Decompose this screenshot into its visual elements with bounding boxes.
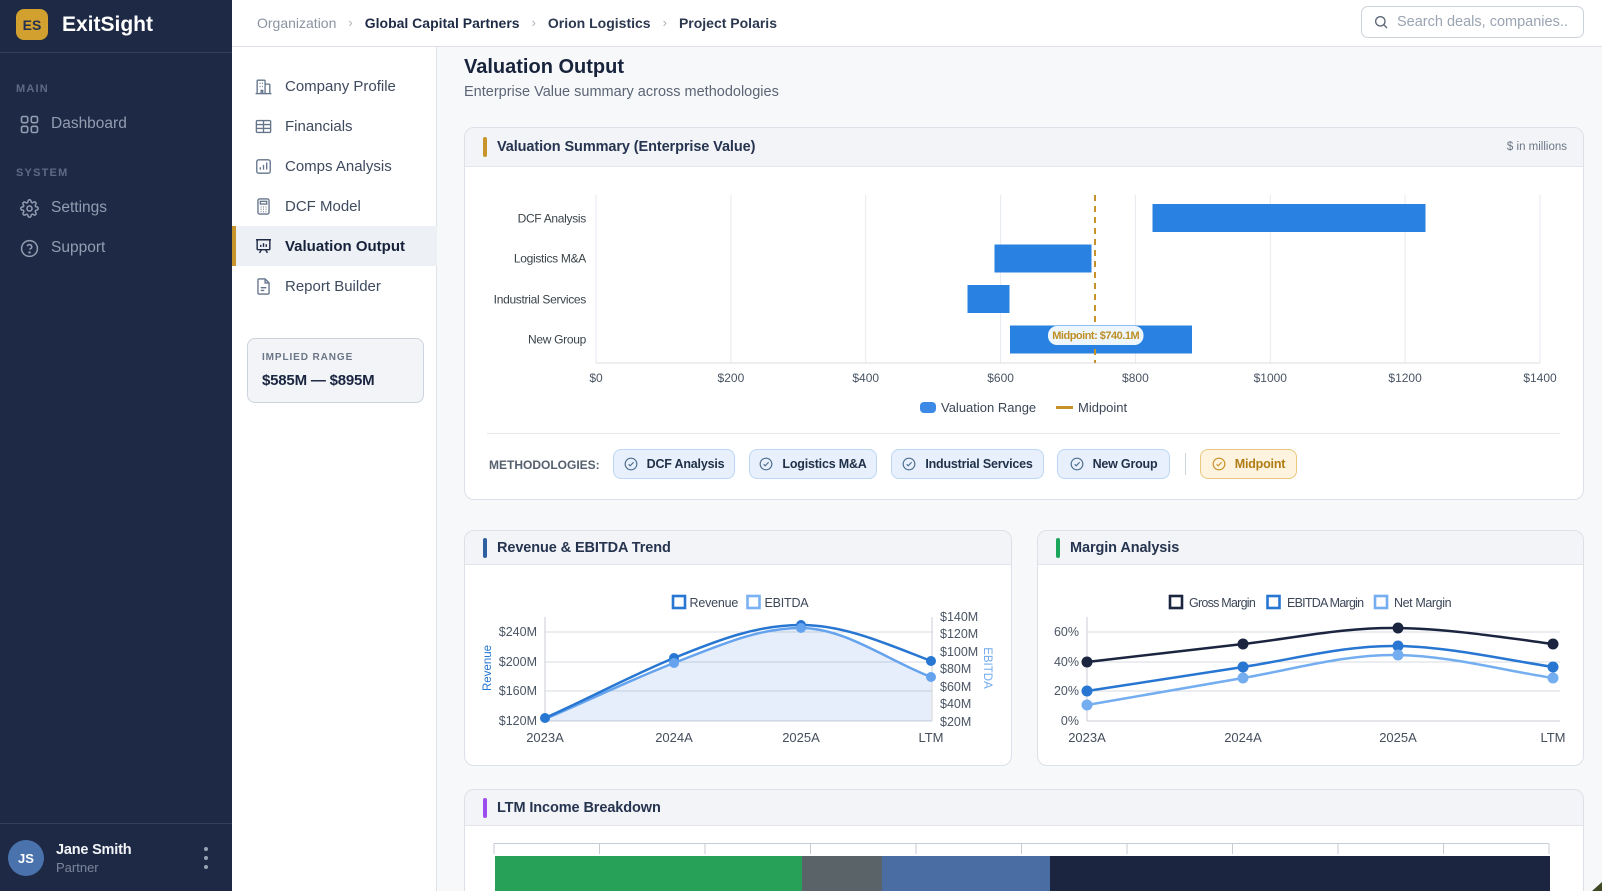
svg-text:$200: $200 xyxy=(718,371,745,385)
svg-text:$0: $0 xyxy=(589,371,603,385)
svg-text:$80M: $80M xyxy=(940,662,971,676)
svg-text:$400: $400 xyxy=(852,371,879,385)
svg-text:$1200: $1200 xyxy=(1388,371,1422,385)
svg-text:Gross Margin: Gross Margin xyxy=(1189,596,1256,610)
svg-text:DCF Analysis: DCF Analysis xyxy=(518,212,587,226)
svg-text:$160M: $160M xyxy=(499,684,537,698)
svg-text:Industrial Services: Industrial Services xyxy=(494,293,587,307)
svg-text:LTM: LTM xyxy=(1540,730,1565,745)
svg-text:2023A: 2023A xyxy=(1068,730,1106,745)
svg-text:$120M: $120M xyxy=(499,714,537,728)
svg-text:2023A: 2023A xyxy=(526,730,564,745)
svg-text:$140M: $140M xyxy=(940,610,978,624)
svg-text:$600: $600 xyxy=(987,371,1014,385)
svg-text:Valuation Range: Valuation Range xyxy=(941,400,1036,415)
svg-text:2024A: 2024A xyxy=(655,730,693,745)
svg-text:60%: 60% xyxy=(1054,625,1079,639)
svg-text:20%: 20% xyxy=(1054,684,1079,698)
svg-text:EBITDA: EBITDA xyxy=(765,596,810,610)
svg-text:2025A: 2025A xyxy=(1379,730,1417,745)
svg-text:Midpoint: Midpoint xyxy=(1078,400,1128,415)
svg-text:Revenue: Revenue xyxy=(690,596,739,610)
svg-text:$60M: $60M xyxy=(940,680,971,694)
svg-text:40%: 40% xyxy=(1054,655,1079,669)
svg-text:$20M: $20M xyxy=(940,715,971,729)
svg-text:0%: 0% xyxy=(1061,714,1079,728)
svg-text:$800: $800 xyxy=(1122,371,1149,385)
svg-text:New Group: New Group xyxy=(528,333,587,347)
svg-text:$200M: $200M xyxy=(499,655,537,669)
svg-text:2024A: 2024A xyxy=(1224,730,1262,745)
svg-text:EBITDA: EBITDA xyxy=(981,647,993,689)
svg-text:$240M: $240M xyxy=(499,625,537,639)
svg-text:Logistics M&A: Logistics M&A xyxy=(514,252,586,266)
svg-text:Revenue: Revenue xyxy=(482,645,494,691)
svg-text:Midpoint: $740.1M: Midpoint: $740.1M xyxy=(1052,330,1139,342)
svg-text:$120M: $120M xyxy=(940,627,978,641)
svg-text:Net Margin: Net Margin xyxy=(1394,596,1452,610)
svg-text:$1400: $1400 xyxy=(1523,371,1557,385)
svg-text:EBITDA Margin: EBITDA Margin xyxy=(1287,596,1364,610)
svg-text:$1000: $1000 xyxy=(1254,371,1288,385)
svg-text:$100M: $100M xyxy=(940,645,978,659)
svg-text:2025A: 2025A xyxy=(782,730,820,745)
svg-text:$40M: $40M xyxy=(940,697,971,711)
svg-text:LTM: LTM xyxy=(918,730,943,745)
